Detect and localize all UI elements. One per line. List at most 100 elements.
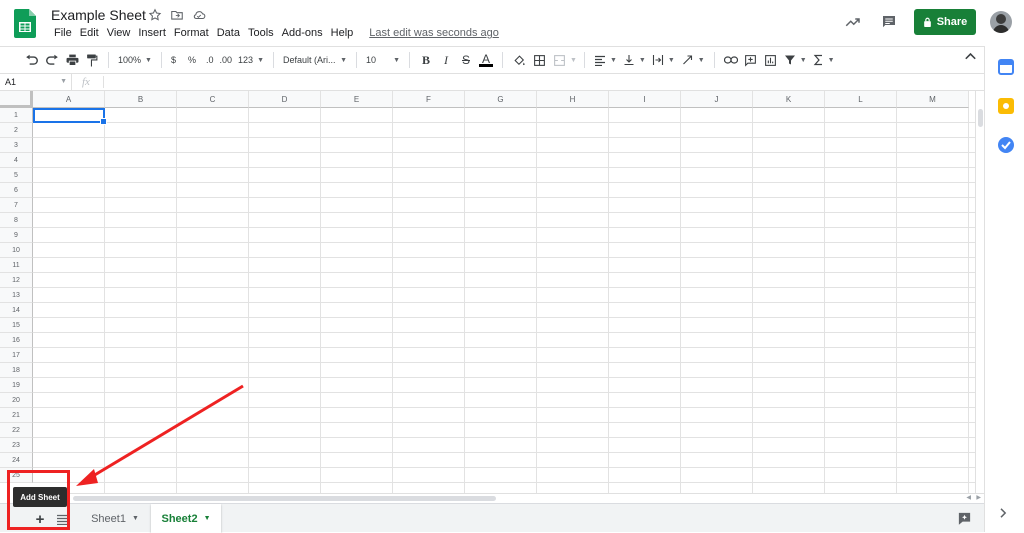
row-header[interactable]: 3 bbox=[0, 138, 33, 153]
text-wrap-select[interactable]: ▼ bbox=[649, 49, 678, 71]
column-header[interactable]: I bbox=[609, 91, 681, 108]
row-header[interactable]: 8 bbox=[0, 213, 33, 228]
select-all-corner[interactable] bbox=[0, 91, 33, 108]
menu-view[interactable]: View bbox=[103, 27, 135, 39]
menu-addons[interactable]: Add-ons bbox=[278, 27, 327, 39]
column-header[interactable]: K bbox=[753, 91, 825, 108]
row-header[interactable]: 18 bbox=[0, 363, 33, 378]
row-header[interactable]: 15 bbox=[0, 318, 33, 333]
spreadsheet-grid[interactable]: ABCDEFGHIJKLM 1 2 3 4 5 6 7 8 9 10 11 12 13 14 15 16 17 1… bbox=[0, 91, 975, 493]
font-family-select[interactable]: Default (Ari... ▼ bbox=[280, 49, 350, 71]
zoom-select[interactable]: 100% ▼ bbox=[115, 49, 155, 71]
increase-decimal-button[interactable]: .00 bbox=[217, 49, 236, 71]
column-header[interactable]: D bbox=[249, 91, 321, 108]
tasks-icon[interactable] bbox=[998, 137, 1014, 153]
strikethrough-button[interactable]: S bbox=[456, 49, 476, 71]
merge-cells-icon[interactable] bbox=[549, 49, 569, 71]
selected-cell-a1[interactable] bbox=[33, 108, 107, 125]
star-icon[interactable] bbox=[148, 8, 162, 22]
column-header[interactable]: H bbox=[537, 91, 609, 108]
last-edit-link[interactable]: Last edit was seconds ago bbox=[369, 27, 499, 39]
undo-icon[interactable] bbox=[22, 49, 42, 71]
row-header[interactable]: 13 bbox=[0, 288, 33, 303]
currency-format-button[interactable]: $ bbox=[168, 49, 179, 71]
row-header[interactable]: 22 bbox=[0, 423, 33, 438]
row-header[interactable]: 5 bbox=[0, 168, 33, 183]
row-header[interactable]: 7 bbox=[0, 198, 33, 213]
collapse-menu-icon[interactable] bbox=[965, 51, 976, 63]
filter-select[interactable]: ▼ bbox=[781, 49, 810, 71]
menu-insert[interactable]: Insert bbox=[134, 27, 170, 39]
name-box[interactable]: A1 ▼ bbox=[0, 74, 72, 90]
cell-area[interactable] bbox=[33, 108, 975, 493]
row-header[interactable]: 9 bbox=[0, 228, 33, 243]
menu-edit[interactable]: Edit bbox=[76, 27, 103, 39]
text-color-button[interactable]: A bbox=[476, 49, 496, 71]
fill-color-icon[interactable] bbox=[509, 49, 529, 71]
text-rotation-select[interactable]: ▼ bbox=[678, 49, 708, 71]
percent-format-button[interactable]: % bbox=[185, 49, 199, 71]
row-header[interactable]: 17 bbox=[0, 348, 33, 363]
row-header[interactable]: 16 bbox=[0, 333, 33, 348]
insert-comment-icon[interactable] bbox=[741, 49, 761, 71]
chevron-down-icon[interactable]: ▼ bbox=[132, 515, 139, 522]
menu-help[interactable]: Help bbox=[327, 27, 358, 39]
column-header[interactable]: G bbox=[465, 91, 537, 108]
row-header[interactable]: 23 bbox=[0, 438, 33, 453]
insert-link-icon[interactable] bbox=[721, 49, 741, 71]
avatar[interactable] bbox=[990, 11, 1012, 33]
column-header[interactable]: B bbox=[105, 91, 177, 108]
vertical-scroll-thumb[interactable] bbox=[978, 109, 983, 127]
menu-file[interactable]: File bbox=[50, 27, 76, 39]
row-header[interactable]: 21 bbox=[0, 408, 33, 423]
horizontal-scroll-thumb[interactable] bbox=[73, 496, 496, 501]
trending-icon[interactable] bbox=[842, 11, 864, 33]
row-header[interactable]: 1 bbox=[0, 108, 33, 123]
explore-icon[interactable] bbox=[957, 511, 972, 526]
row-header[interactable]: 4 bbox=[0, 153, 33, 168]
menu-data[interactable]: Data bbox=[213, 27, 244, 39]
vertical-scrollbar[interactable] bbox=[975, 91, 984, 493]
insert-chart-icon[interactable] bbox=[761, 49, 781, 71]
scroll-right-icon[interactable]: ▶ bbox=[976, 494, 981, 501]
borders-icon[interactable] bbox=[529, 49, 549, 71]
decrease-decimal-button[interactable]: .0 bbox=[203, 49, 217, 71]
row-header[interactable]: 20 bbox=[0, 393, 33, 408]
row-header[interactable]: 10 bbox=[0, 243, 33, 258]
row-header[interactable]: 6 bbox=[0, 183, 33, 198]
column-header[interactable]: C bbox=[177, 91, 249, 108]
merge-cells-dropdown[interactable]: ▼ bbox=[569, 49, 578, 71]
column-header[interactable]: E bbox=[321, 91, 393, 108]
functions-select[interactable]: ▼ bbox=[810, 49, 838, 71]
expand-panel-icon[interactable] bbox=[1000, 508, 1007, 521]
menu-format[interactable]: Format bbox=[170, 27, 213, 39]
sheets-logo-icon[interactable] bbox=[14, 9, 36, 38]
row-header[interactable]: 14 bbox=[0, 303, 33, 318]
document-title[interactable]: Example Sheet bbox=[51, 7, 146, 23]
column-header[interactable]: A bbox=[33, 91, 105, 108]
scroll-left-icon[interactable]: ◀ bbox=[966, 494, 971, 501]
calendar-icon[interactable] bbox=[998, 59, 1014, 75]
row-header[interactable]: 2 bbox=[0, 123, 33, 138]
share-button[interactable]: Share bbox=[914, 9, 976, 35]
font-size-select[interactable]: 10 ▼ bbox=[363, 49, 403, 71]
more-formats-select[interactable]: 123 ▼ bbox=[235, 49, 267, 71]
column-header[interactable]: J bbox=[681, 91, 753, 108]
paint-format-icon[interactable] bbox=[82, 49, 102, 71]
cloud-saved-icon[interactable] bbox=[192, 8, 206, 22]
column-header[interactable]: F bbox=[393, 91, 465, 108]
comment-icon[interactable] bbox=[878, 11, 900, 33]
redo-icon[interactable] bbox=[42, 49, 62, 71]
row-header[interactable]: 12 bbox=[0, 273, 33, 288]
column-header[interactable]: L bbox=[825, 91, 897, 108]
tab-sheet1[interactable]: Sheet1 ▼ bbox=[82, 504, 148, 533]
keep-icon[interactable] bbox=[998, 98, 1014, 114]
row-header[interactable]: 19 bbox=[0, 378, 33, 393]
print-icon[interactable] bbox=[62, 49, 82, 71]
tab-sheet2[interactable]: Sheet2 ▼ bbox=[151, 504, 221, 533]
italic-button[interactable]: I bbox=[436, 49, 456, 71]
horizontal-align-select[interactable]: ▼ bbox=[591, 49, 620, 71]
menu-tools[interactable]: Tools bbox=[244, 27, 278, 39]
horizontal-scrollbar[interactable]: ◀ ▶ bbox=[33, 493, 984, 502]
move-folder-icon[interactable] bbox=[170, 8, 184, 22]
